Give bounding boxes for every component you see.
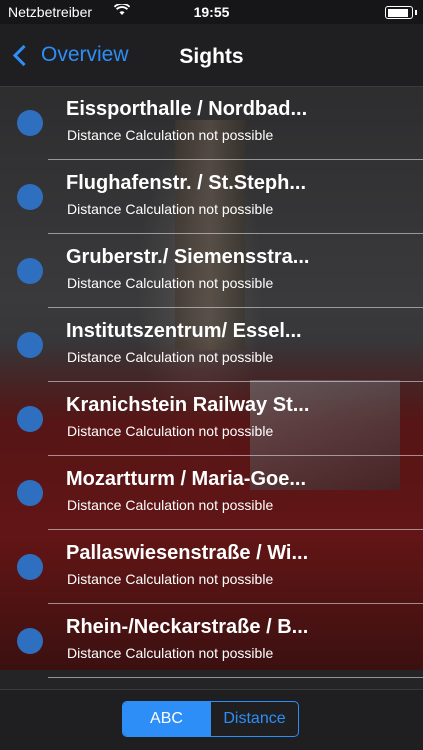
list-item-subtitle: Distance Calculation not possible [67, 645, 274, 661]
list-item-title: Flughafenstr. / St.Steph... [66, 172, 307, 194]
list-item[interactable]: Mozartturm / Maria-Goe... Distance Calcu… [0, 456, 423, 530]
list-item[interactable]: Rhein-/Neckarstraße / B... Distance Calc… [0, 604, 423, 678]
list-item-subtitle: Distance Calculation not possible [67, 571, 274, 587]
list-item[interactable]: Gruberstr./ Siemensstra... Distance Calc… [0, 234, 423, 308]
location-dot-icon [17, 110, 43, 136]
sort-abc-button[interactable]: ABC [123, 702, 210, 736]
location-dot-icon [17, 258, 43, 284]
status-bar: Netzbetreiber 19:55 [0, 0, 423, 24]
status-time: 19:55 [193, 4, 230, 20]
list-item-title: Rhein-/Neckarstraße / B... [66, 616, 309, 638]
location-dot-icon [17, 554, 43, 580]
sights-list: Eissporthalle / Nordbad... Distance Calc… [0, 86, 423, 678]
list-item-subtitle: Distance Calculation not possible [67, 201, 274, 217]
list-item-subtitle: Distance Calculation not possible [67, 275, 274, 291]
list-item[interactable]: Eissporthalle / Nordbad... Distance Calc… [0, 86, 423, 160]
list-item-subtitle: Distance Calculation not possible [67, 423, 274, 439]
list-item-title: Gruberstr./ Siemensstra... [66, 246, 310, 268]
page-title: Sights [179, 45, 244, 68]
list-item-title: Kranichstein Railway St... [66, 394, 310, 416]
location-dot-icon [17, 480, 43, 506]
location-dot-icon [17, 184, 43, 210]
row-divider [48, 677, 423, 678]
list-item-title: Mozartturm / Maria-Goe... [66, 468, 307, 490]
list-item[interactable]: Institutszentrum/ Essel... Distance Calc… [0, 308, 423, 382]
sort-segmented-control: ABC Distance [122, 701, 299, 737]
list-item[interactable]: Kranichstein Railway St... Distance Calc… [0, 382, 423, 456]
list-item-title: Eissporthalle / Nordbad... [66, 98, 308, 120]
list-item-title: Institutszentrum/ Essel... [66, 320, 302, 342]
list-item[interactable]: Flughafenstr. / St.Steph... Distance Cal… [0, 160, 423, 234]
location-dot-icon [17, 628, 43, 654]
location-dot-icon [17, 406, 43, 432]
list-item-subtitle: Distance Calculation not possible [67, 349, 274, 365]
navigation-bar: Overview Sights [0, 24, 423, 87]
list-item[interactable]: Pallaswiesenstraße / Wi... Distance Calc… [0, 530, 423, 604]
list-item-subtitle: Distance Calculation not possible [67, 127, 274, 143]
location-dot-icon [17, 332, 43, 358]
battery-icon [385, 6, 417, 19]
list-item-title: Pallaswiesenstraße / Wi... [66, 542, 309, 564]
sort-distance-button[interactable]: Distance [210, 702, 298, 736]
bottom-toolbar: ABC Distance [0, 689, 423, 750]
list-item-subtitle: Distance Calculation not possible [67, 497, 274, 513]
